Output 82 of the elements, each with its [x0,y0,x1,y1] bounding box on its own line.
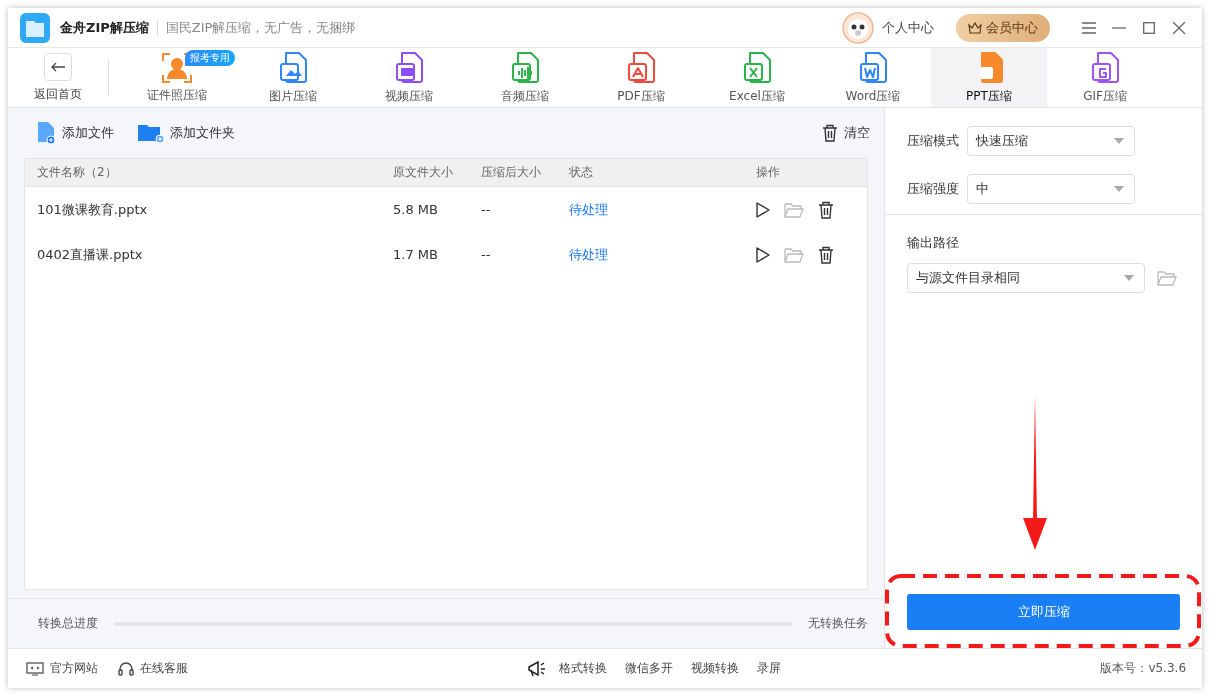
close-icon [1173,21,1185,34]
file-status: 待处理 [569,245,609,264]
app-slogan: 国民ZIP解压缩，无广告，无捆绑 [165,18,357,37]
document-icon [741,50,773,85]
maximize-icon [1143,21,1155,34]
panda-avatar-icon [842,11,874,44]
file-size: 1.7 MB [393,247,439,262]
menu-icon [1082,21,1096,34]
back-home-button[interactable]: 返回首页 [8,48,108,107]
app-name: 金舟ZIP解压缩 [60,18,158,37]
profile-link[interactable]: 个人中心 [882,18,934,37]
tool-tab[interactable]: Excel压缩 [699,48,815,107]
promo-link[interactable]: 格式转换 [559,660,608,677]
footer-link[interactable]: 官方网站 [26,660,98,677]
document-icon [277,50,309,85]
play-icon [756,246,770,263]
strength-label: 压缩强度 [907,180,959,198]
output-select[interactable]: 与源文件目录相同 [907,263,1145,293]
headset-icon [118,660,134,677]
column-header: 压缩后大小 [481,164,542,181]
add-folder-icon [138,123,164,143]
tool-tab[interactable]: 音频压缩 [467,48,583,107]
column-header: 文件名称（2） [37,164,118,181]
tool-tab[interactable]: 视频压缩 [351,48,467,107]
play-icon [756,201,770,218]
compressed-size: -- [481,202,492,217]
add-file-button[interactable]: 添加文件 [36,122,114,144]
document-icon [393,50,425,85]
app-logo-icon [20,12,50,43]
delete-button[interactable] [818,200,834,219]
caret-icon [1114,138,1124,144]
column-header: 原文件大小 [393,164,454,181]
promo-link[interactable]: 微信多开 [625,660,674,677]
back-arrow-icon [51,61,65,72]
trash-icon [822,124,838,142]
tool-tab[interactable]: 报考专用 证件照压缩 [119,48,235,107]
output-label: 输出路径 [907,234,960,252]
promo-link[interactable]: 录屏 [757,660,782,677]
document-icon [857,50,889,85]
add-file-icon [36,122,56,144]
footer-link[interactable]: 在线客服 [118,660,188,677]
promo-link[interactable]: 视频转换 [691,660,740,677]
clear-button[interactable]: 清空 [822,124,870,142]
mode-select[interactable]: 快速压缩 [967,126,1135,156]
add-folder-button[interactable]: 添加文件夹 [138,123,235,143]
play-button[interactable] [756,246,770,263]
delete-button[interactable] [818,245,834,264]
column-header: 操作 [756,164,781,181]
compressed-size: -- [481,247,492,262]
crown-icon [968,21,982,34]
minimize-icon [1112,26,1126,29]
file-name: 101微课教育.pptx [37,200,149,219]
vip-center-button[interactable]: 会员中心 [956,13,1050,42]
tool-tab[interactable]: GIF压缩 [1047,48,1163,107]
document-icon [509,50,541,85]
document-icon [1089,50,1121,85]
folder-icon [784,246,804,263]
tool-tab[interactable]: PPT压缩 [931,48,1047,107]
progress-label: 转换总进度 [38,615,98,632]
play-button[interactable] [756,201,770,218]
exam-badge: 报考专用 [185,50,235,66]
folder-icon [1157,270,1177,286]
tool-tab[interactable]: PDF压缩 [583,48,699,107]
document-icon [625,50,657,85]
tool-tab[interactable]: 图片压缩 [235,48,351,107]
trash-icon [818,200,834,219]
tool-tab[interactable]: Word压缩 [815,48,931,107]
strength-select[interactable]: 中 [967,174,1135,204]
version-label: 版本号：v5.3.6 [1100,660,1186,677]
file-name: 0402直播课.pptx [37,245,144,264]
monitor-icon [26,661,44,676]
mode-label: 压缩模式 [907,132,959,150]
compress-now-button[interactable]: 立即压缩 [907,594,1180,630]
progress-status: 无转换任务 [808,615,868,632]
trash-icon [818,245,834,264]
file-size: 5.8 MB [393,202,439,217]
caret-icon [1124,275,1134,281]
file-status: 待处理 [569,200,609,219]
folder-icon [784,201,804,218]
caret-icon [1114,186,1124,192]
column-header: 状态 [569,164,594,181]
megaphone-icon [527,659,548,678]
